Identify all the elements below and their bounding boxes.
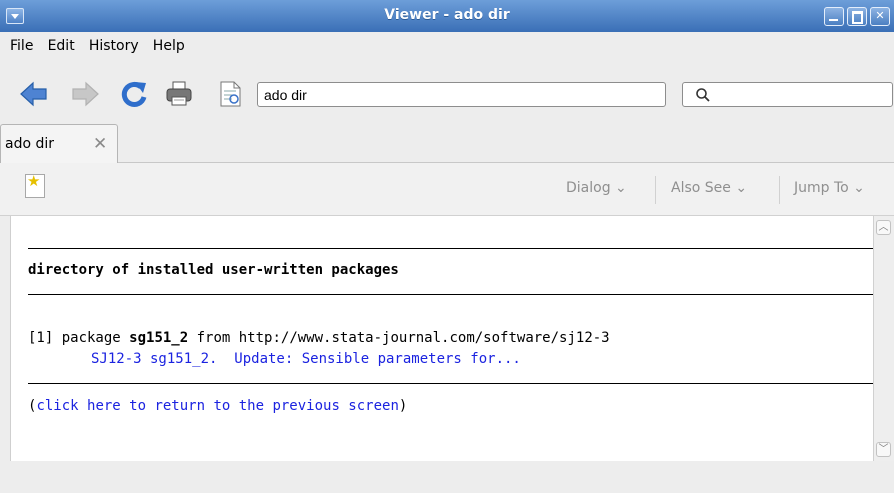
star-icon: ★ (27, 172, 41, 190)
main-toolbar (0, 70, 894, 124)
viewer-content: directory of installed user-written pack… (10, 216, 877, 462)
close-window-icon[interactable]: ✕ (870, 7, 890, 26)
page-heading: directory of installed user-written pack… (28, 262, 399, 278)
package-name: sg151_2 (129, 330, 189, 346)
menu-help[interactable]: Help (153, 38, 185, 54)
chevron-down-icon: ⌄ (735, 180, 748, 196)
viewer-toolbar: ★ Dialog ⌄ Also See ⌄ Jump To ⌄ (0, 163, 894, 216)
tab-ado-dir[interactable]: ado dir ✕ (0, 124, 118, 163)
chevron-down-icon: ⌄ (615, 180, 627, 196)
package-line: [1] package sg151_2 from http://www.stat… (28, 330, 610, 346)
also-see-menu[interactable]: Also See ⌄ (671, 180, 747, 196)
scroll-up-icon[interactable]: ︿ (876, 220, 891, 235)
vertical-scrollbar[interactable]: ︿ ﹀ (873, 216, 894, 461)
back-arrow-icon[interactable] (18, 78, 50, 110)
jump-to-menu[interactable]: Jump To ⌄ (794, 180, 865, 196)
window-title: Viewer - ado dir (384, 7, 510, 23)
divider (28, 248, 877, 249)
search-icon (696, 88, 710, 102)
separator (779, 176, 780, 204)
window-controls: ✕ (824, 7, 890, 26)
scroll-down-icon[interactable]: ﹀ (876, 442, 891, 457)
divider (28, 294, 877, 295)
status-bar (0, 461, 894, 493)
address-input[interactable] (257, 82, 666, 107)
forward-arrow-icon[interactable] (69, 78, 101, 110)
print-icon[interactable] (163, 78, 195, 110)
back-link[interactable]: click here to return to the previous scr… (36, 398, 398, 414)
maximize-icon[interactable] (847, 7, 867, 26)
back-line: (click here to return to the previous sc… (28, 398, 408, 414)
menu-bar: File Edit History Help (0, 32, 894, 58)
search-input[interactable] (682, 82, 893, 107)
dialog-menu[interactable]: Dialog ⌄ (566, 180, 627, 196)
package-link[interactable]: SJ12-3 sg151_2. Update: Sensible paramet… (91, 351, 521, 367)
chevron-down-icon: ⌄ (853, 180, 865, 196)
minimize-icon[interactable] (824, 7, 844, 26)
document-icon[interactable] (214, 78, 246, 110)
tab-strip: ado dir ✕ (0, 124, 894, 163)
divider (28, 383, 877, 384)
tab-label: ado dir (5, 136, 55, 152)
menu-file[interactable]: File (10, 38, 33, 54)
menu-edit[interactable]: Edit (48, 38, 75, 54)
close-icon[interactable]: ✕ (93, 134, 107, 154)
title-bar: Viewer - ado dir ✕ (0, 0, 894, 32)
separator (655, 176, 656, 204)
menu-history[interactable]: History (89, 38, 139, 54)
new-viewer-icon[interactable]: ★ (25, 172, 45, 198)
refresh-icon[interactable] (118, 78, 150, 110)
